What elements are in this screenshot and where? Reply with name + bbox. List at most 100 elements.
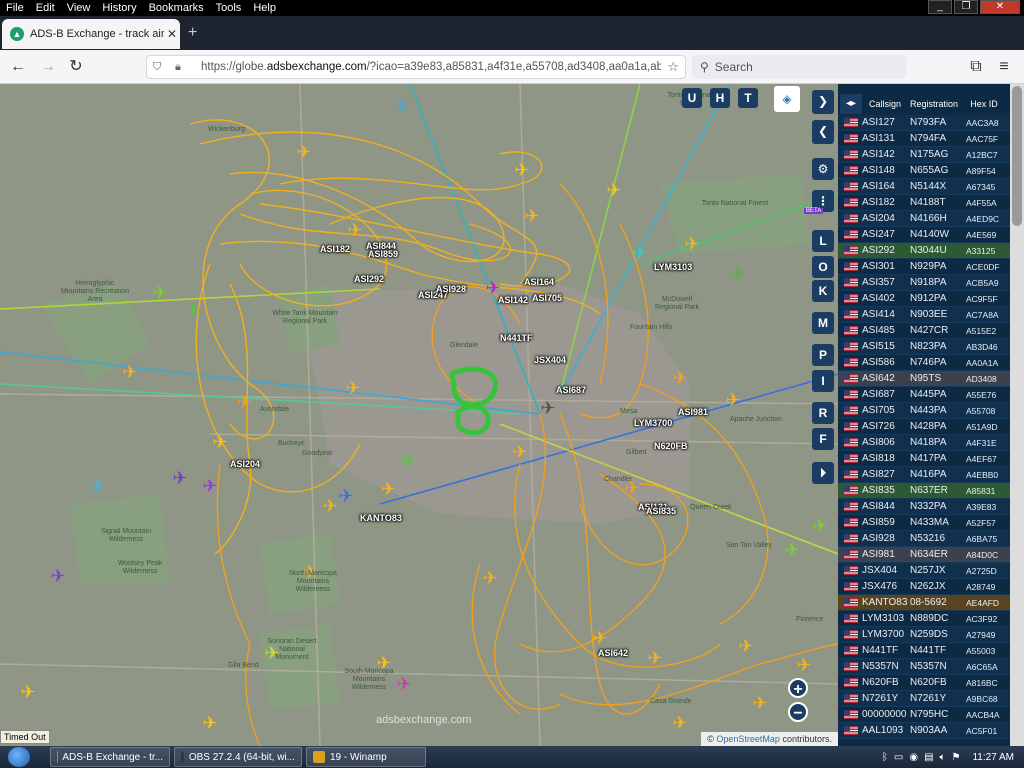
button-f[interactable]: F: [812, 428, 834, 450]
aircraft-icon[interactable]: ✈: [540, 398, 555, 418]
aircraft-label[interactable]: ASI687: [556, 385, 586, 395]
lock-icon[interactable]: 🔒︎: [175, 61, 191, 74]
menu-edit[interactable]: Edit: [30, 0, 61, 16]
table-row[interactable]: ASI726 N428PA A51A9D: [838, 419, 1010, 435]
aircraft-label[interactable]: N620FB: [654, 441, 688, 451]
aircraft-label[interactable]: ASI981: [678, 407, 708, 417]
openstreetmap-link[interactable]: OpenStreetMap: [716, 734, 780, 744]
monitor-icon[interactable]: ▭: [894, 752, 903, 763]
table-row[interactable]: LYM3103 N889DC AC3F92: [838, 611, 1010, 627]
table-row[interactable]: ASI515 N823PA AB3D46: [838, 339, 1010, 355]
table-row[interactable]: ASI705 N443PA A55708: [838, 403, 1010, 419]
table-row[interactable]: ASI131 N794FA AAC75F: [838, 131, 1010, 147]
minimize-button[interactable]: _: [928, 0, 952, 14]
map-view[interactable]: ✈ ✈ ✈ ✈ ✈ ✈ ✈ ✈ ✈ ✈ ✈ ✈ ✈ ✈ ✈ ✈ ✈ ✈ ✈ ✈: [0, 84, 838, 746]
aircraft-icon[interactable]: ✈: [236, 392, 251, 412]
table-row[interactable]: ASI301 N929PA ACE0DF: [838, 259, 1010, 275]
aircraft-icon[interactable]: ✈: [322, 496, 337, 516]
replay-icon[interactable]: ⏵: [812, 462, 834, 484]
menu-view[interactable]: View: [61, 0, 97, 16]
url-bar[interactable]: ⛉ 🔒︎ https://globe.adsbexchange.com/?ica…: [146, 55, 686, 79]
taskbar-item-winamp[interactable]: 19 - Winamp: [306, 747, 426, 767]
column-header-hexid[interactable]: Hex ID: [960, 99, 1008, 109]
extensions-icon[interactable]: ⧉: [966, 57, 986, 77]
layer-button-t[interactable]: T: [738, 88, 758, 108]
table-row[interactable]: KANTO83 08-5692 AE4AFD: [838, 595, 1010, 611]
menu-tools[interactable]: Tools: [210, 0, 248, 16]
table-row[interactable]: N7261Y N7261Y A9BC68: [838, 691, 1010, 707]
aircraft-icon[interactable]: ✈: [202, 713, 217, 733]
aircraft-icon[interactable]: ✈: [185, 300, 200, 320]
close-window-button[interactable]: ✕: [980, 0, 1020, 14]
aircraft-icon[interactable]: ✈: [632, 243, 647, 263]
aircraft-icon[interactable]: ✈: [20, 682, 35, 702]
table-row[interactable]: JSX404 N257JX A2725D: [838, 563, 1010, 579]
aircraft-label[interactable]: ASI292: [354, 274, 384, 284]
table-row[interactable]: ASI981 N634ER A84D0C: [838, 547, 1010, 563]
aircraft-icon[interactable]: ✈: [796, 655, 811, 675]
aircraft-icon[interactable]: ✈: [606, 180, 621, 200]
table-row[interactable]: ASI806 N418PA A4F31E: [838, 435, 1010, 451]
aircraft-label[interactable]: JSX404: [534, 355, 566, 365]
layer-button-u[interactable]: U: [682, 88, 702, 108]
network-icon[interactable]: ▤: [924, 752, 933, 763]
table-row[interactable]: LYM3700 N259DS A27949: [838, 627, 1010, 643]
zoom-in-button[interactable]: +: [788, 678, 808, 698]
table-row[interactable]: ASI835 N637ER A85831: [838, 483, 1010, 499]
zoom-out-button[interactable]: −: [788, 702, 808, 722]
menu-help[interactable]: Help: [247, 0, 282, 16]
aircraft-label[interactable]: ASI182: [320, 244, 350, 254]
collapse-left-icon[interactable]: ❮: [812, 120, 834, 144]
volume-icon[interactable]: 🔈︎: [940, 752, 946, 763]
aircraft-icon[interactable]: ✈: [514, 160, 529, 180]
table-row[interactable]: ASI357 N918PA ACB5A9: [838, 275, 1010, 291]
aircraft-label[interactable]: ASI164: [524, 277, 554, 287]
table-row[interactable]: ASI247 N4140W A4E569: [838, 227, 1010, 243]
table-row[interactable]: AAL1093 N903AA AC5F01: [838, 723, 1010, 739]
aircraft-icon[interactable]: ✈: [380, 479, 395, 499]
settings-gear-icon[interactable]: ⚙: [812, 158, 834, 180]
aircraft-icon[interactable]: ✈: [122, 362, 137, 382]
aircraft-label[interactable]: N441TF: [500, 333, 533, 343]
column-header-callsign[interactable]: Callsign: [862, 99, 908, 109]
table-row[interactable]: ASI485 N427CR A515E2: [838, 323, 1010, 339]
button-i[interactable]: I: [812, 370, 834, 392]
aircraft-icon[interactable]: ✈: [400, 451, 415, 471]
aircraft-icon[interactable]: ✈: [202, 476, 217, 496]
page-scrollbar[interactable]: [1010, 84, 1024, 746]
map-layers-icon[interactable]: ◈: [774, 86, 800, 112]
aircraft-icon[interactable]: ✈: [524, 206, 539, 226]
aircraft-icon[interactable]: ✈: [212, 432, 227, 452]
aircraft-icon[interactable]: ✈: [752, 693, 767, 713]
aircraft-icon[interactable]: ✈: [725, 390, 740, 410]
aircraft-icon[interactable]: ✈: [90, 476, 105, 496]
button-p[interactable]: P: [812, 344, 834, 366]
browser-tab[interactable]: ▲ ADS-B Exchange - track aircraft ✕: [2, 19, 180, 49]
table-row[interactable]: ASI827 N416PA A4EBB0: [838, 467, 1010, 483]
table-row[interactable]: 00000000 N795HC AACB4A: [838, 707, 1010, 723]
aircraft-label[interactable]: ASI928: [436, 284, 466, 294]
table-row[interactable]: ASI148 N655AG A89F54: [838, 163, 1010, 179]
menu-file[interactable]: File: [0, 0, 30, 16]
table-row[interactable]: ASI844 N332PA A39E83: [838, 499, 1010, 515]
restore-button[interactable]: ❐: [954, 0, 978, 14]
aircraft-label[interactable]: LYM3103: [654, 262, 692, 272]
reload-icon[interactable]: ↻: [66, 57, 86, 77]
forward-arrow-icon[interactable]: →: [38, 57, 58, 77]
table-row[interactable]: ASI164 N5144X A67345: [838, 179, 1010, 195]
aircraft-icon[interactable]: ✈: [684, 234, 699, 254]
column-header-registration[interactable]: Registration: [908, 99, 960, 109]
aircraft-icon[interactable]: ✈: [512, 442, 527, 462]
table-row[interactable]: ASI687 N445PA A55E76: [838, 387, 1010, 403]
button-r[interactable]: R: [812, 402, 834, 424]
scrollbar-thumb[interactable]: [1012, 86, 1022, 226]
table-row[interactable]: ASI142 N175AG A12BC7: [838, 147, 1010, 163]
aircraft-icon[interactable]: ✈: [647, 648, 662, 668]
aircraft-label[interactable]: ASI705: [532, 293, 562, 303]
table-row[interactable]: ASI402 N912PA AC9F5F: [838, 291, 1010, 307]
aircraft-icon[interactable]: ✈: [152, 283, 167, 303]
button-m[interactable]: M: [812, 312, 834, 334]
button-o[interactable]: O: [812, 256, 834, 278]
aircraft-icon[interactable]: ✈: [394, 96, 409, 116]
table-row[interactable]: ASI127 N793FA AAC3A8: [838, 115, 1010, 131]
